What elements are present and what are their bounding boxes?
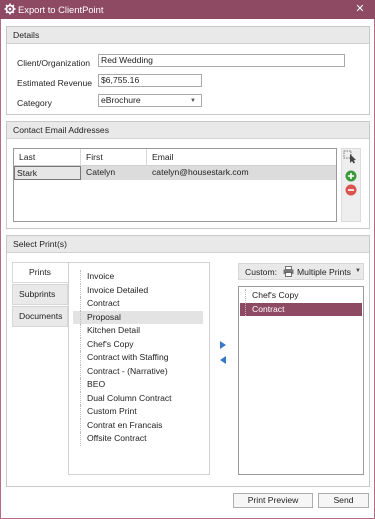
list-item-label: Chef's Copy [87,338,134,349]
multiple-prints-dropdown[interactable]: Multiple Prints ▼ [283,265,361,278]
table-row[interactable]: Stark Catelyn catelyn@housestark.com [14,166,336,180]
column-header-last[interactable]: Last [14,149,81,166]
move-left-icon[interactable] [220,356,226,364]
category-label: Category [17,98,52,108]
grid-header: Last First Email [14,149,336,166]
tab-subprints[interactable]: Subprints [12,284,68,305]
cell-first[interactable]: Catelyn [84,166,146,180]
title-bar: Export to ClientPoint ✕ [0,0,375,19]
column-header-first[interactable]: First [81,149,147,166]
list-item[interactable]: Contrat en Francais [73,418,203,432]
details-group: Details Client/Organization Red Wedding … [6,26,370,115]
category-value: eBrochure [101,95,141,105]
caret-down-icon: ▼ [355,268,361,274]
contacts-toolbar [341,148,361,222]
list-item-label: Contract - (Narrative) [87,365,168,376]
list-item[interactable]: Contract [240,302,362,316]
list-item[interactable]: Invoice [73,270,203,284]
client-field[interactable]: Red Wedding [98,54,345,67]
contacts-group: Contact Email Addresses Last First Email… [6,121,370,229]
list-item-label: Kitchen Detail [87,325,141,335]
list-item-label: Invoice [87,271,115,281]
revenue-field[interactable]: $6,755.16 [98,74,202,87]
list-item[interactable]: Contract with Staffing [73,351,203,365]
list-item[interactable]: Contract [73,297,203,311]
list-item-label: Contrat en Francais [87,419,163,430]
cell-email[interactable]: catelyn@housestark.com [150,166,330,180]
details-heading: Details [7,27,369,44]
tab-prints[interactable]: Prints [12,262,68,283]
send-button[interactable]: Send [318,493,369,508]
custom-label: Custom: [245,267,277,277]
select-cursor-icon[interactable] [343,150,359,164]
list-item[interactable]: Dual Column Contract [73,391,203,405]
list-item-label: Proposal [87,311,121,322]
tab-documents[interactable]: Documents [12,306,68,327]
tree-line [80,418,83,432]
window-title: Export to ClientPoint [18,4,104,15]
list-item[interactable]: Custom Print [73,405,203,419]
available-prints-list: Invoice Invoice Detailed Contract Proposal K… [68,262,210,475]
move-right-icon[interactable] [220,341,226,349]
list-item[interactable]: Chef's Copy [73,337,203,351]
gear-icon [4,3,16,15]
tree-line [80,391,83,405]
tree-line [80,324,83,338]
tree-line [80,378,83,392]
tree-line [80,337,83,351]
list-item[interactable]: Invoice Detailed [73,283,203,297]
column-header-email[interactable]: Email [147,149,336,166]
contacts-grid: Last First Email Stark Catelyn catelyn@h… [13,148,337,222]
tree-line [245,289,248,303]
prints-heading: Select Print(s) [7,236,369,253]
tree-line [80,310,83,324]
custom-toolbar: Custom: Multiple Prints ▼ [238,263,364,280]
multiple-prints-label: Multiple Prints [297,267,351,277]
printer-icon [283,266,294,277]
list-item[interactable]: Kitchen Detail [73,324,203,338]
selected-prints-list: Chef's Copy Contract [238,286,364,475]
list-item[interactable]: Contract - (Narrative) [73,364,203,378]
tree-line [80,297,83,311]
revenue-label: Estimated Revenue [17,78,92,88]
list-item-label: Contract [252,303,285,314]
tree-line [80,364,83,378]
category-dropdown[interactable]: eBrochure ▼ [98,94,202,107]
list-item-label: Custom Print [87,406,137,416]
list-item[interactable]: Proposal [73,310,203,324]
tree-line [245,302,248,316]
close-icon[interactable]: ✕ [352,2,368,17]
list-item[interactable]: Chef's Copy [240,289,362,303]
client-label: Client/Organization [17,58,91,68]
list-item[interactable]: Offsite Contract [73,432,203,446]
tree-line [80,270,83,284]
tree-line [80,405,83,419]
list-item[interactable]: BEO [73,378,203,392]
list-item-label: BEO [87,379,106,389]
list-item-label: Dual Column Contract [87,392,172,403]
contacts-heading: Contact Email Addresses [7,122,369,139]
tree-line [80,283,83,297]
list-item-label: Offsite Contract [87,433,147,443]
list-item-label: Contract with Staffing [87,352,169,362]
print-preview-button[interactable]: Print Preview [233,493,313,508]
list-item-label: Invoice Detailed [87,284,149,295]
chevron-down-icon: ▼ [190,98,196,104]
list-item-label: Chef's Copy [252,290,299,300]
add-contact-icon[interactable] [343,169,359,183]
remove-contact-icon[interactable] [343,183,359,197]
tree-line [80,351,83,365]
list-item-label: Contract [87,298,120,308]
tree-line [80,432,83,446]
cell-last[interactable]: Stark [14,166,81,180]
prints-group: Select Print(s) Prints Subprints Documen… [6,235,370,487]
